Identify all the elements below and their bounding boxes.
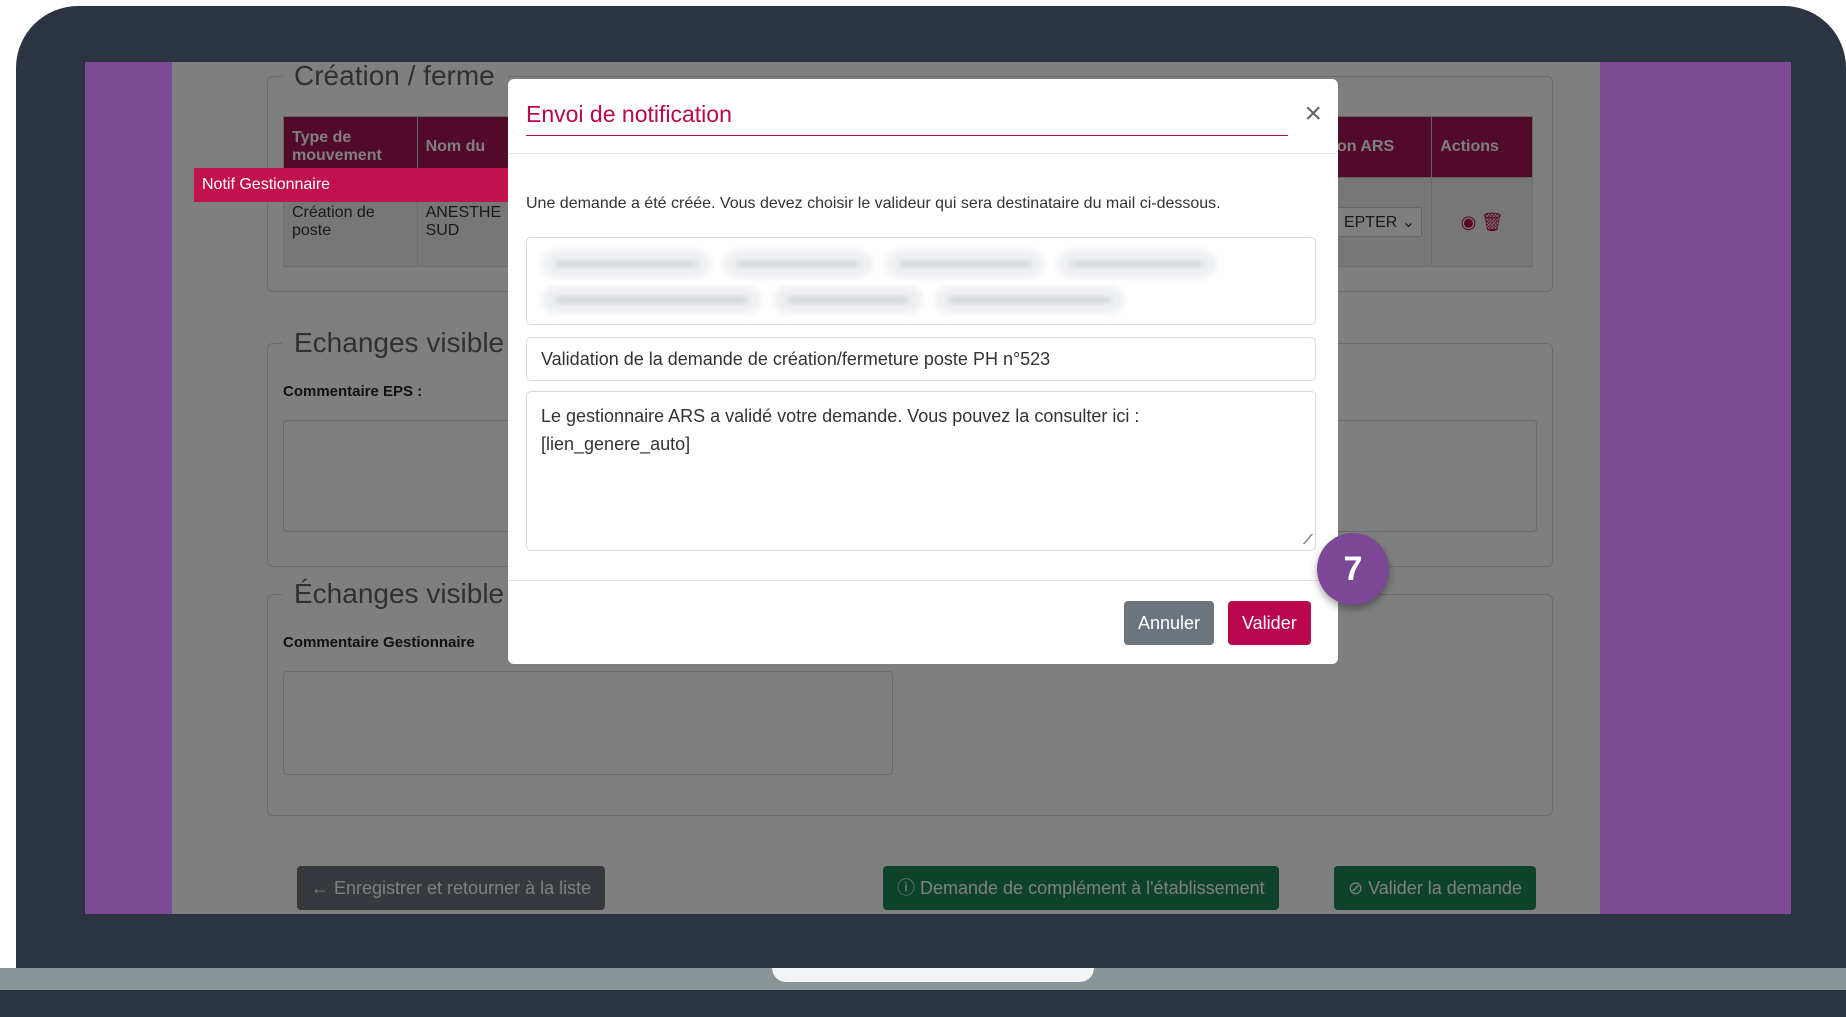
- recipient-selector[interactable]: [526, 237, 1316, 325]
- recipient-chip[interactable]: [935, 286, 1125, 314]
- message-textarea[interactable]: Le gestionnaire ARS a validé votre deman…: [526, 391, 1316, 551]
- modal-footer-divider: [508, 580, 1338, 581]
- recipient-chip[interactable]: [723, 250, 873, 278]
- recipient-chip[interactable]: [541, 286, 761, 314]
- modal-title: Envoi de notification: [526, 101, 1288, 136]
- recipient-chip[interactable]: [541, 250, 711, 278]
- submit-button[interactable]: Valider: [1228, 601, 1311, 645]
- close-icon[interactable]: ×: [1304, 99, 1322, 129]
- modal-intro-text: Une demande a été créée. Vous devez choi…: [526, 195, 1221, 212]
- recipient-chip[interactable]: [885, 250, 1045, 278]
- modal-header-divider: [508, 153, 1338, 154]
- recipient-chip[interactable]: [773, 286, 923, 314]
- cancel-button[interactable]: Annuler: [1124, 601, 1215, 645]
- subject-input[interactable]: Validation de la demande de création/fer…: [526, 337, 1316, 381]
- step-marker: 7: [1317, 533, 1389, 605]
- notification-modal: Envoi de notification × Une demande a ét…: [508, 79, 1338, 664]
- recipient-chip[interactable]: [1057, 250, 1217, 278]
- resize-handle[interactable]: [1292, 534, 1314, 544]
- message-line-1: Le gestionnaire ARS a validé votre deman…: [541, 406, 1140, 426]
- laptop-notch: [772, 968, 1094, 982]
- message-line-2: [lien_genere_auto]: [541, 434, 691, 454]
- notif-gestionnaire-badge: Notif Gestionnaire: [194, 168, 514, 202]
